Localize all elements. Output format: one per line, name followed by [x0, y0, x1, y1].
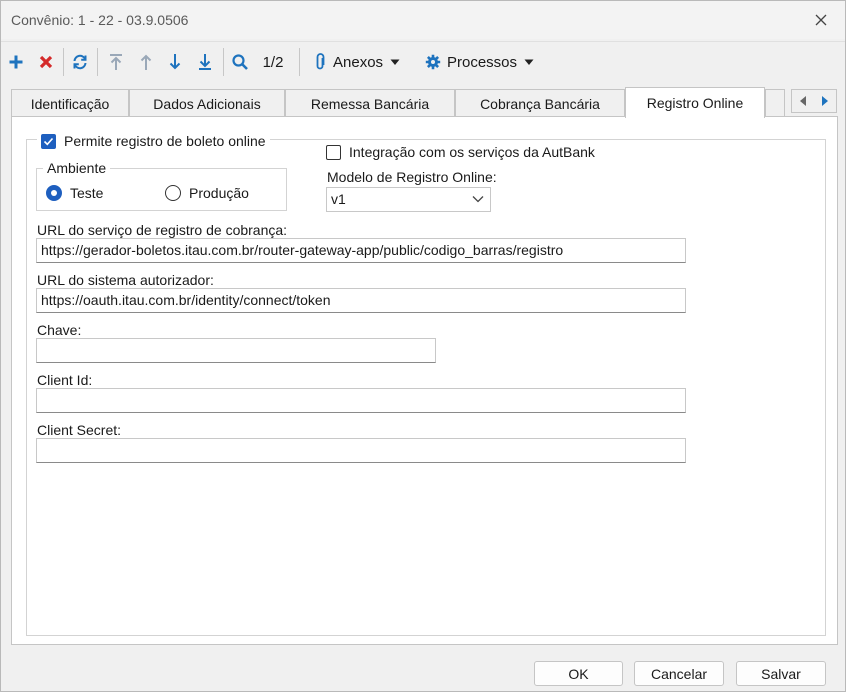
record-position: 1/2: [262, 53, 284, 71]
tab-label: Identificação: [30, 95, 110, 112]
search-icon: [232, 54, 248, 70]
last-record-button[interactable]: [194, 50, 216, 74]
tab-remessa-bancaria[interactable]: Remessa Bancária: [285, 89, 455, 117]
cancel-button[interactable]: Cancelar: [634, 661, 724, 686]
plus-icon: [9, 55, 23, 69]
processos-menu[interactable]: Processos: [425, 50, 535, 74]
radio-label: Produção: [189, 185, 249, 201]
search-button[interactable]: [229, 50, 251, 74]
close-icon: [815, 14, 827, 26]
url-servico-input[interactable]: https://gerador-boletos.itau.com.br/rout…: [36, 238, 686, 263]
tab-identificacao[interactable]: Identificação: [11, 89, 129, 117]
tab-cobranca-bancaria[interactable]: Cobrança Bancária: [455, 89, 625, 117]
radio-circle: [165, 185, 181, 201]
add-button[interactable]: [5, 50, 27, 74]
tab-partial[interactable]: [765, 89, 785, 117]
radio-label: Teste: [70, 185, 104, 201]
scroll-right-icon[interactable]: [820, 95, 830, 107]
url-servico-label: URL do serviço de registro de cobrança:: [37, 222, 288, 238]
scroll-left-icon[interactable]: [798, 95, 808, 107]
refresh-button[interactable]: [69, 50, 91, 74]
ambiente-teste-radio[interactable]: Teste: [46, 185, 103, 201]
tab-strip: Identificação Dados Adicionais Remessa B…: [11, 87, 837, 118]
delete-button[interactable]: [35, 50, 57, 74]
checkbox-box: [326, 144, 341, 160]
arrow-bottom-icon: [199, 54, 211, 70]
paperclip-icon: [316, 53, 325, 70]
tab-label: Remessa Bancária: [310, 95, 430, 112]
chevron-down-icon: [472, 196, 484, 203]
anexos-label: Anexos: [333, 53, 384, 71]
window-title: Convênio: 1 - 22 - 03.9.0506: [11, 12, 189, 28]
ambiente-producao-radio[interactable]: Produção: [165, 185, 249, 201]
modelo-select[interactable]: v1: [326, 187, 491, 212]
first-record-button[interactable]: [105, 50, 127, 74]
previous-record-button[interactable]: [135, 50, 157, 74]
tab-label: Registro Online: [646, 95, 744, 111]
client-secret-input[interactable]: [36, 438, 686, 463]
dropdown-arrow-icon: [524, 59, 534, 65]
permite-registro-label: Permite registro de boleto online: [64, 133, 266, 149]
client-id-label: Client Id:: [37, 372, 93, 388]
delete-x-icon: [39, 55, 53, 69]
refresh-icon: [73, 54, 87, 70]
toolbar-separator: [63, 48, 64, 76]
modelo-label: Modelo de Registro Online:: [327, 169, 497, 185]
tab-label: Dados Adicionais: [153, 95, 261, 112]
close-button[interactable]: [811, 10, 831, 30]
dropdown-arrow-icon: [390, 59, 400, 65]
processos-label: Processos: [447, 53, 518, 71]
checkbox-box: [41, 133, 56, 149]
anexos-menu[interactable]: Anexos: [313, 50, 401, 74]
gear-icon: [425, 54, 441, 70]
toolbar: 1/2 Anexos Processos: [1, 41, 845, 81]
ambiente-legend: Ambiente: [43, 160, 111, 176]
tab-registro-online[interactable]: Registro Online: [625, 87, 765, 118]
modelo-value: v1: [331, 191, 346, 207]
chave-label: Chave:: [37, 322, 82, 338]
chave-input[interactable]: [36, 338, 436, 363]
toolbar-separator: [299, 48, 300, 76]
toolbar-separator: [97, 48, 98, 76]
checkmark-icon: [43, 137, 54, 145]
permite-registro-checkbox[interactable]: Permite registro de boleto online: [37, 133, 270, 149]
ambiente-group: Ambiente Teste Produção: [36, 160, 287, 211]
integracao-label: Integração com os serviços da AutBank: [349, 144, 595, 160]
tab-scroll-buttons: [791, 89, 837, 113]
arrow-up-icon: [140, 54, 152, 70]
tab-panel: Permite registro de boleto online Integr…: [11, 116, 838, 645]
arrow-down-icon: [169, 54, 181, 70]
ok-button[interactable]: OK: [534, 661, 623, 686]
url-autorizador-input[interactable]: https://oauth.itau.com.br/identity/conne…: [36, 288, 686, 313]
client-id-input[interactable]: [36, 388, 686, 413]
arrow-top-icon: [110, 54, 122, 70]
client-secret-label: Client Secret:: [37, 422, 122, 438]
radio-circle: [46, 185, 62, 201]
next-record-button[interactable]: [164, 50, 186, 74]
dialog-window: Convênio: 1 - 22 - 03.9.0506 1/2 Anexos …: [0, 0, 846, 692]
url-autorizador-label: URL do sistema autorizador:: [37, 272, 214, 288]
toolbar-separator: [223, 48, 224, 76]
tab-dados-adicionais[interactable]: Dados Adicionais: [129, 89, 285, 117]
integracao-checkbox[interactable]: Integração com os serviços da AutBank: [322, 144, 599, 160]
save-button[interactable]: Salvar: [736, 661, 826, 686]
title-bar: Convênio: 1 - 22 - 03.9.0506: [1, 1, 845, 39]
tab-label: Cobrança Bancária: [480, 95, 600, 112]
